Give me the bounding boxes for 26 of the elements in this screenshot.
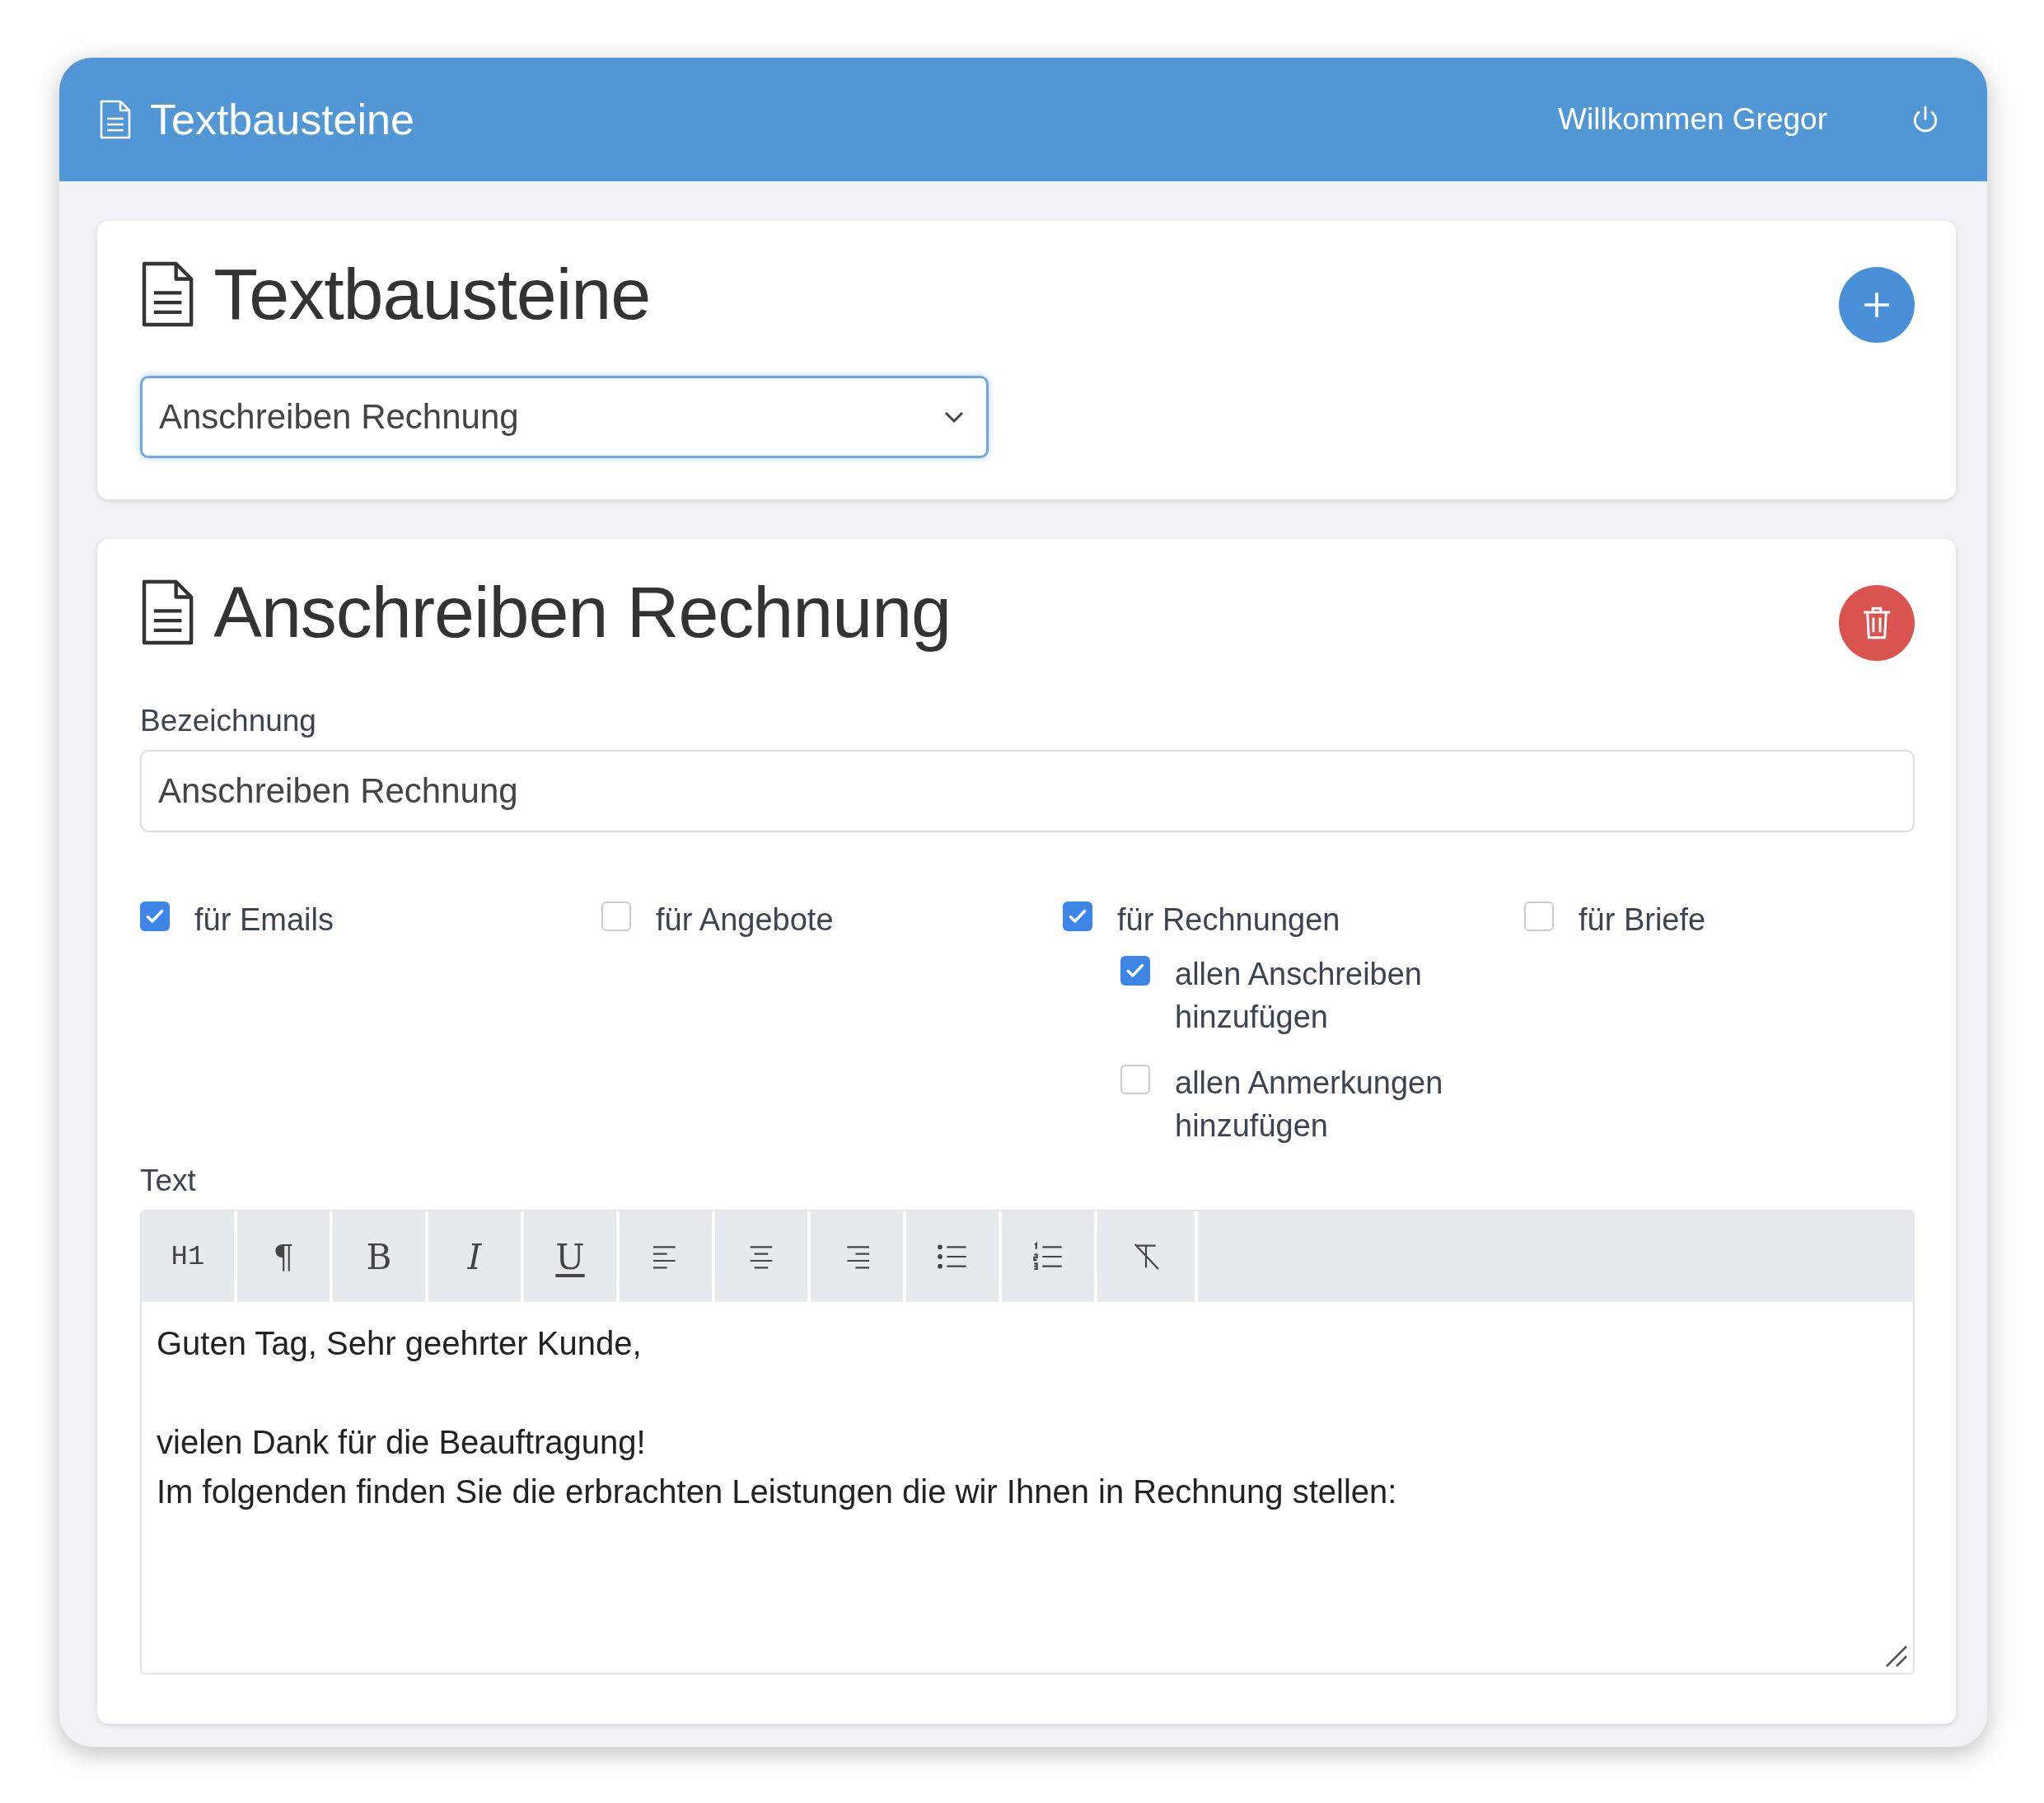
checkbox-label: für Rechnungen [1117, 902, 1340, 939]
chevron-down-icon [943, 410, 965, 424]
checkbox[interactable] [1063, 902, 1092, 931]
plus-icon [1862, 290, 1892, 320]
template-select[interactable]: Anschreiben Rechnung [140, 376, 989, 458]
welcome-text: Willkommen Gregor [1558, 102, 1827, 137]
checkbox-label: für Angebote [656, 902, 834, 939]
editor-text-line: Guten Tag, Sehr geehrter Kunde, [157, 1324, 642, 1363]
checkbox[interactable] [1524, 902, 1554, 931]
editor-text-line: vielen Dank für die Beauftragung! [157, 1423, 646, 1462]
field-label: Bezeichnung [140, 704, 317, 738]
app-title: Textbausteine [150, 95, 415, 144]
editor-text-line: Im folgenden finden Sie die erbrachten Leistungen die wir Ihnen in Rechnung stellen: [157, 1473, 1397, 1511]
checkbox[interactable] [140, 902, 170, 931]
field-label: Text [140, 1164, 197, 1198]
checkbox-label: für Emails [194, 902, 334, 939]
card-heading: Textbausteine [213, 252, 652, 336]
name-input[interactable]: Anschreiben Rechnung [140, 750, 1915, 832]
checkbox[interactable] [601, 902, 631, 931]
card-heading: Anschreiben Rechnung [213, 570, 952, 654]
checkbox[interactable] [1120, 1065, 1150, 1094]
checkbox[interactable] [1120, 956, 1150, 986]
checkbox-label: allen Anmerkungen hinzufügen [1175, 1065, 1444, 1145]
document-icon [99, 99, 132, 140]
checkbox-label: für Briefe [1579, 902, 1706, 939]
checkbox-label: allen Anschreiben hinzufügen [1175, 956, 1423, 1036]
